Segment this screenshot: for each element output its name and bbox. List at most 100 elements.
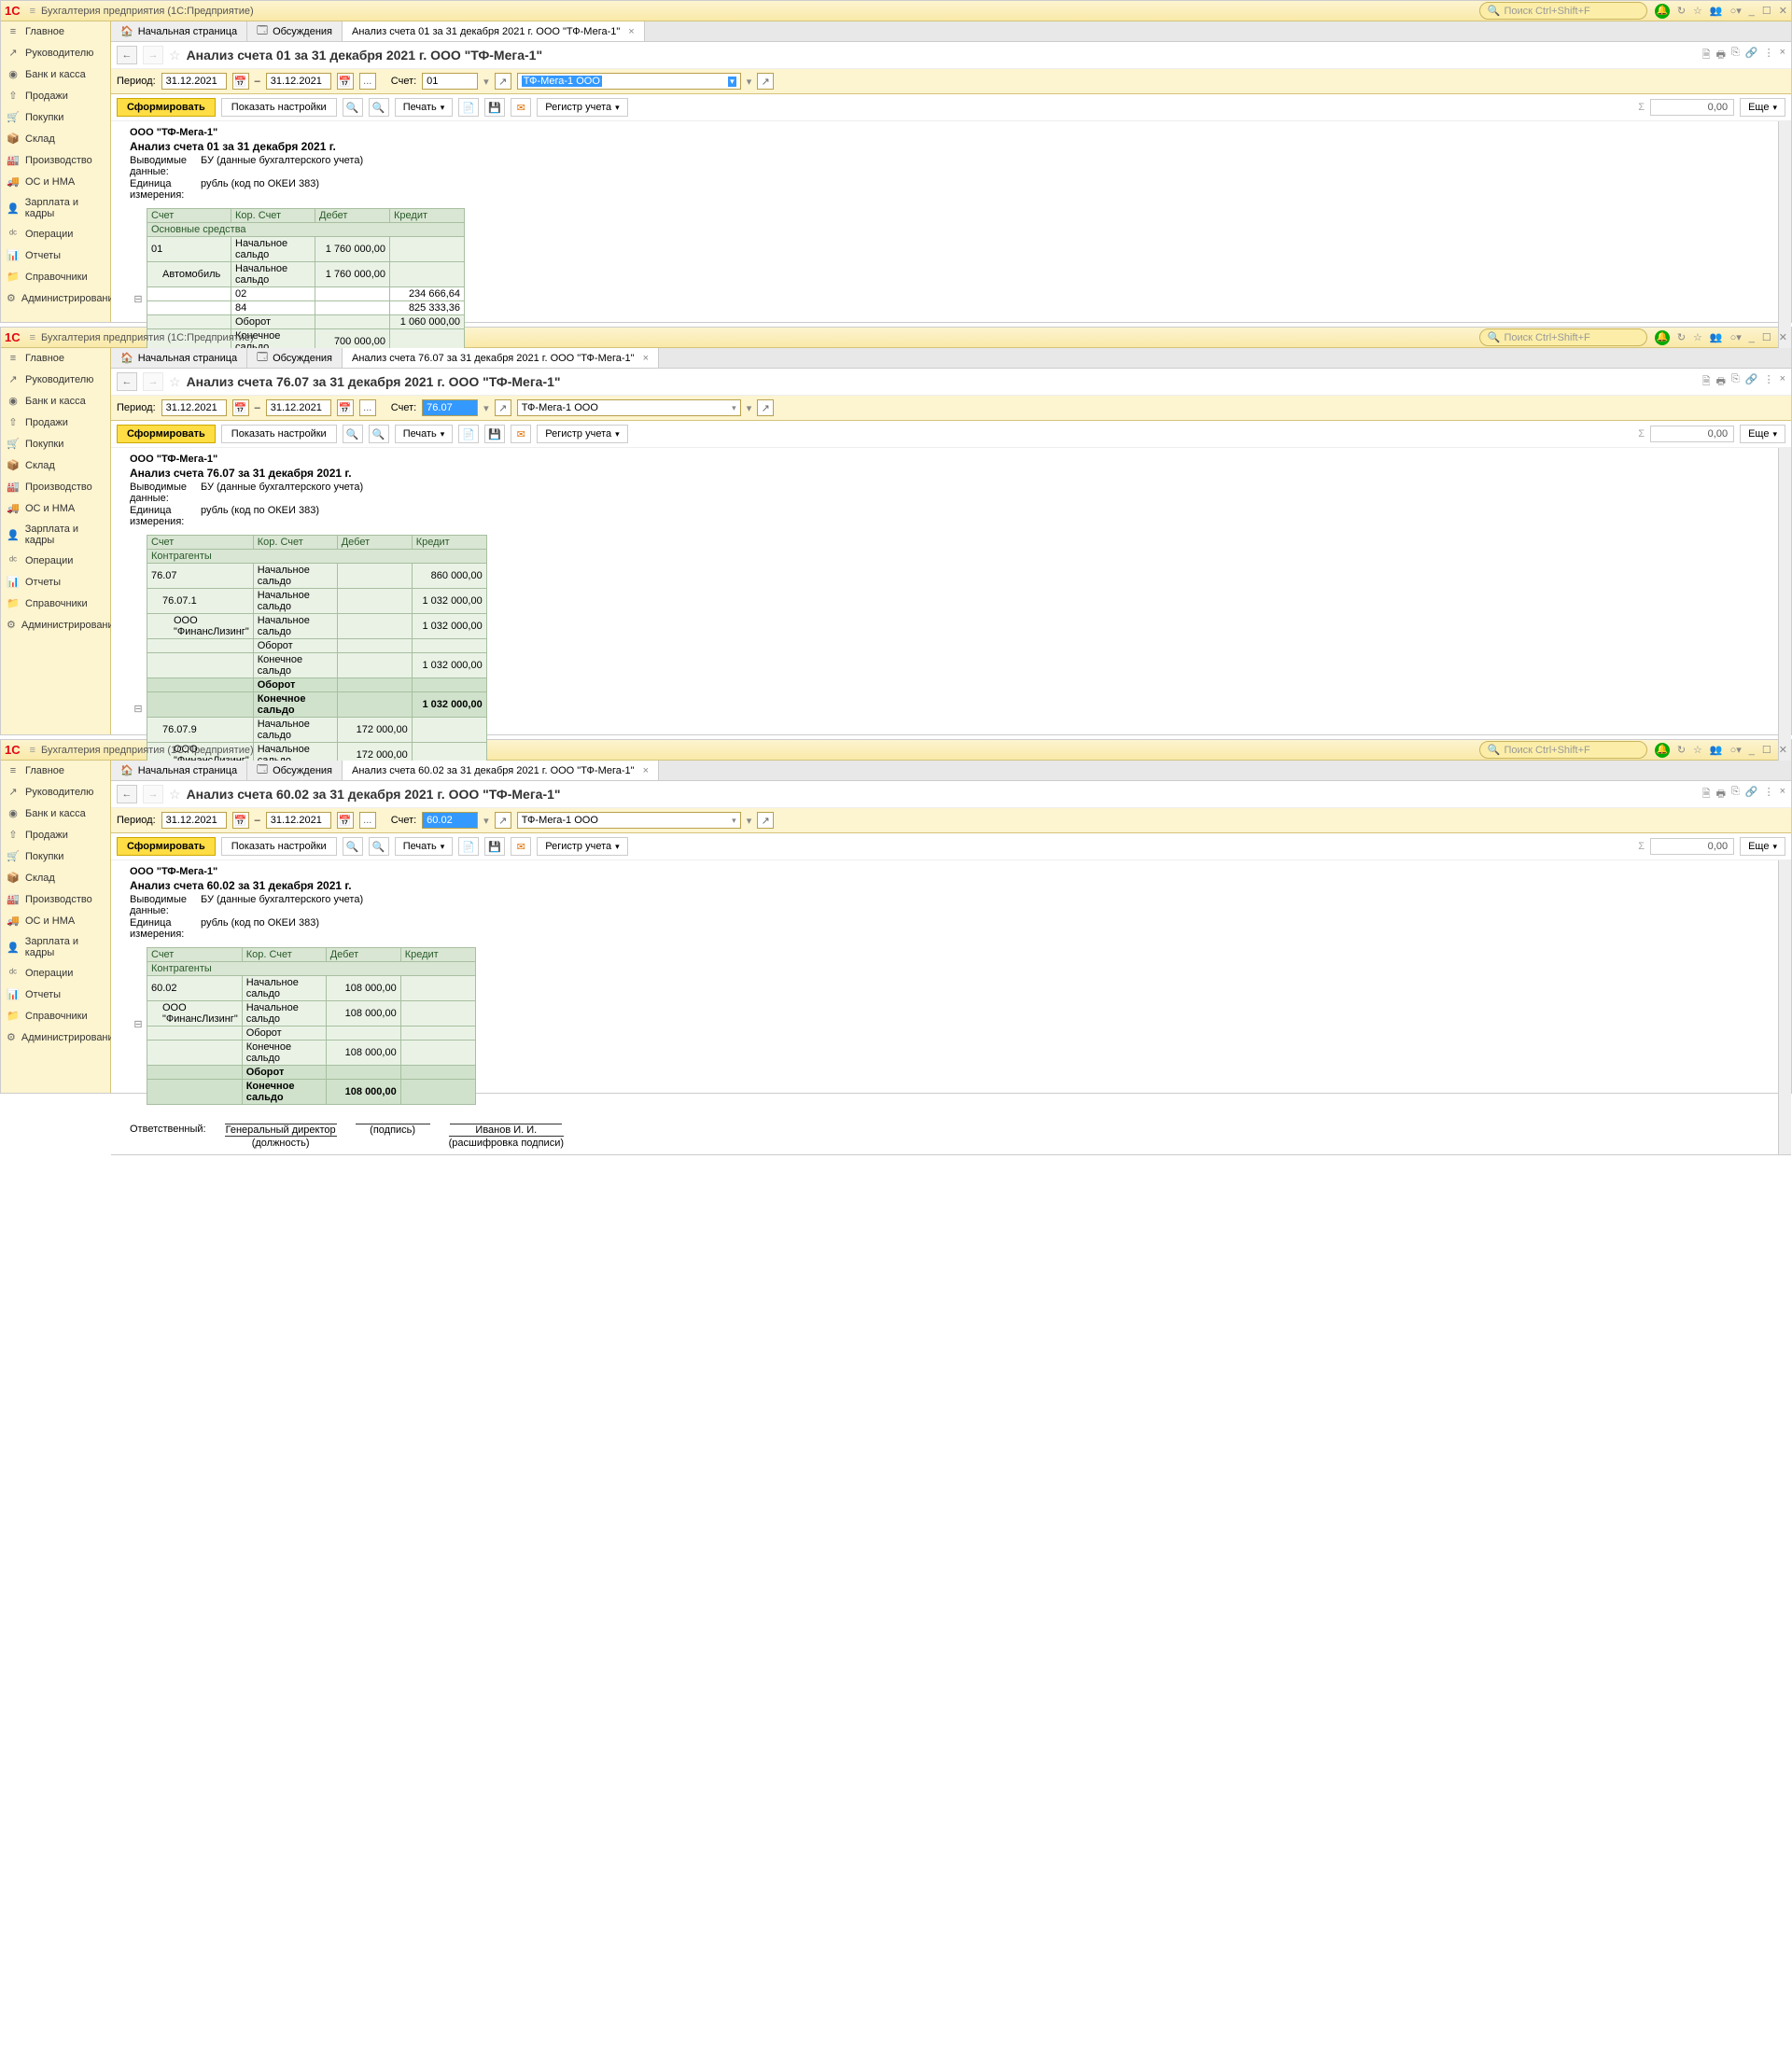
tab-home[interactable]: 🏠 Начальная страница [111,348,247,368]
print-button[interactable]: Печать ▾ [395,425,454,443]
period-picker-icon[interactable]: ... [359,399,376,416]
menu-11[interactable]: 📁Справочники [1,593,110,614]
link-icon[interactable]: 🔗 [1745,47,1758,64]
disk-icon[interactable]: 💾 [484,837,505,856]
star-icon[interactable]: ☆ [1693,744,1702,756]
menu-2[interactable]: ◉Банк и касса [1,63,110,85]
disk-icon[interactable]: 💾 [484,425,505,443]
date-to-input[interactable] [266,73,331,90]
history-icon[interactable]: ↻ [1677,744,1686,756]
cal-to-icon[interactable]: 📅 [337,73,354,90]
org-dd-icon[interactable]: ▾ [747,815,752,827]
more-icon[interactable]: ⋮ [1764,373,1774,391]
acc-dd-icon[interactable]: ▾ [483,402,489,414]
minimize-icon[interactable]: _ [1749,332,1755,343]
history-icon[interactable]: ↻ [1677,331,1686,343]
register-button[interactable]: Регистр учета ▾ [537,98,627,117]
close-icon[interactable]: ✕ [1779,331,1787,343]
find-icon[interactable]: 🔍 [343,98,363,117]
find-icon[interactable]: 🔍 [343,837,363,856]
favorite-icon[interactable]: ☆ [169,787,181,803]
back-button[interactable]: ← [117,46,137,64]
show-settings-button[interactable]: Показать настройки [221,837,337,856]
find-icon[interactable]: 🔍 [343,425,363,443]
settings-icon[interactable]: ○▾ [1730,5,1742,17]
menu-9[interactable]: ᵈᶜОперации [1,551,110,571]
menu-12[interactable]: ⚙Администрирование [1,614,110,635]
account-input[interactable] [422,73,478,90]
org-open-icon[interactable]: ↗ [757,812,774,829]
close-page-icon[interactable]: × [1780,786,1785,803]
cal-from-icon[interactable]: 📅 [232,812,249,829]
menu-1[interactable]: ↗Руководителю [1,781,110,803]
user-icon[interactable]: 👥 [1710,331,1723,343]
close-page-icon[interactable]: × [1780,47,1785,64]
maximize-icon[interactable]: ☐ [1762,744,1771,756]
favorite-icon[interactable]: ☆ [169,374,181,390]
mail-icon[interactable]: ✉ [511,98,531,117]
acc-dd-icon[interactable]: ▾ [483,76,489,88]
menu-8[interactable]: 👤Зарплата и кадры [1,192,110,224]
menu-7[interactable]: 🚚ОС и НМА [1,497,110,519]
org-open-icon[interactable]: ↗ [757,399,774,416]
menu-9[interactable]: ᵈᶜОперации [1,224,110,244]
print-icon[interactable]: 🖶 [1716,47,1726,64]
register-button[interactable]: Регистр учета ▾ [537,425,627,443]
menu-5[interactable]: 📦Склад [1,867,110,888]
forward-button[interactable]: → [143,785,163,803]
sigma-icon[interactable]: Σ [1638,102,1645,113]
star-icon[interactable]: ☆ [1693,5,1702,17]
bell-icon[interactable]: 🔔 [1655,330,1670,345]
search-input[interactable]: 🔍Поиск Ctrl+Shift+F [1479,741,1647,759]
period-picker-icon[interactable]: ... [359,73,376,90]
user-icon[interactable]: 👥 [1710,744,1723,756]
maximize-icon[interactable]: ☐ [1762,5,1771,17]
menu-11[interactable]: 📁Справочники [1,266,110,287]
menu-4[interactable]: 🛒Покупки [1,845,110,867]
settings-icon[interactable]: ○▾ [1730,331,1742,343]
vertical-scrollbar[interactable] [1778,860,1791,1154]
user-icon[interactable]: 👥 [1710,5,1723,17]
org-dd-icon[interactable]: ▾ [747,402,752,414]
menu-icon[interactable]: ≡ [30,6,35,17]
tab-home[interactable]: 🏠 Начальная страница [111,761,247,780]
org-dd-icon[interactable]: ▾ [747,76,752,88]
show-settings-button[interactable]: Показать настройки [221,98,337,117]
print-button[interactable]: Печать ▾ [395,98,454,117]
menu-5[interactable]: 📦Склад [1,128,110,149]
export-icon[interactable]: ⎘ [1731,786,1740,803]
org-open-icon[interactable]: ↗ [757,73,774,90]
sigma-icon[interactable]: Σ [1638,841,1645,852]
menu-icon[interactable]: ≡ [30,745,35,756]
bell-icon[interactable]: 🔔 [1655,743,1670,758]
menu-3[interactable]: ⇧Продажи [1,412,110,433]
menu-2[interactable]: ◉Банк и касса [1,803,110,824]
filter-icon[interactable]: 🔍 [369,98,389,117]
menu-4[interactable]: 🛒Покупки [1,433,110,454]
menu-0[interactable]: ≡Главное [1,761,110,781]
save-icon[interactable]: 🗎 [1702,47,1711,64]
date-from-input[interactable] [161,812,227,829]
settings-icon[interactable]: ○▾ [1730,744,1742,756]
back-button[interactable]: ← [117,372,137,391]
sigma-icon[interactable]: Σ [1638,428,1645,440]
minimize-icon[interactable]: _ [1749,6,1755,17]
export-icon[interactable]: ⎘ [1731,373,1740,391]
more-button[interactable]: Еще ▾ [1740,98,1785,117]
menu-8[interactable]: 👤Зарплата и кадры [1,931,110,963]
link-icon[interactable]: 🔗 [1745,786,1758,803]
menu-1[interactable]: ↗Руководителю [1,369,110,390]
filter-icon[interactable]: 🔍 [369,837,389,856]
export-icon[interactable]: ⎘ [1731,47,1740,64]
date-to-input[interactable] [266,812,331,829]
history-icon[interactable]: ↻ [1677,5,1686,17]
account-input[interactable] [422,812,478,829]
generate-button[interactable]: Сформировать [117,837,216,856]
save-icon[interactable]: 🗎 [1702,786,1711,803]
tab-report[interactable]: Анализ счета 01 за 31 декабря 2021 г. ОО… [343,21,645,41]
minimize-icon[interactable]: _ [1749,745,1755,756]
acc-open-icon[interactable]: ↗ [495,73,511,90]
forward-button[interactable]: → [143,46,163,64]
mail-icon[interactable]: ✉ [511,425,531,443]
menu-icon[interactable]: ≡ [30,332,35,343]
